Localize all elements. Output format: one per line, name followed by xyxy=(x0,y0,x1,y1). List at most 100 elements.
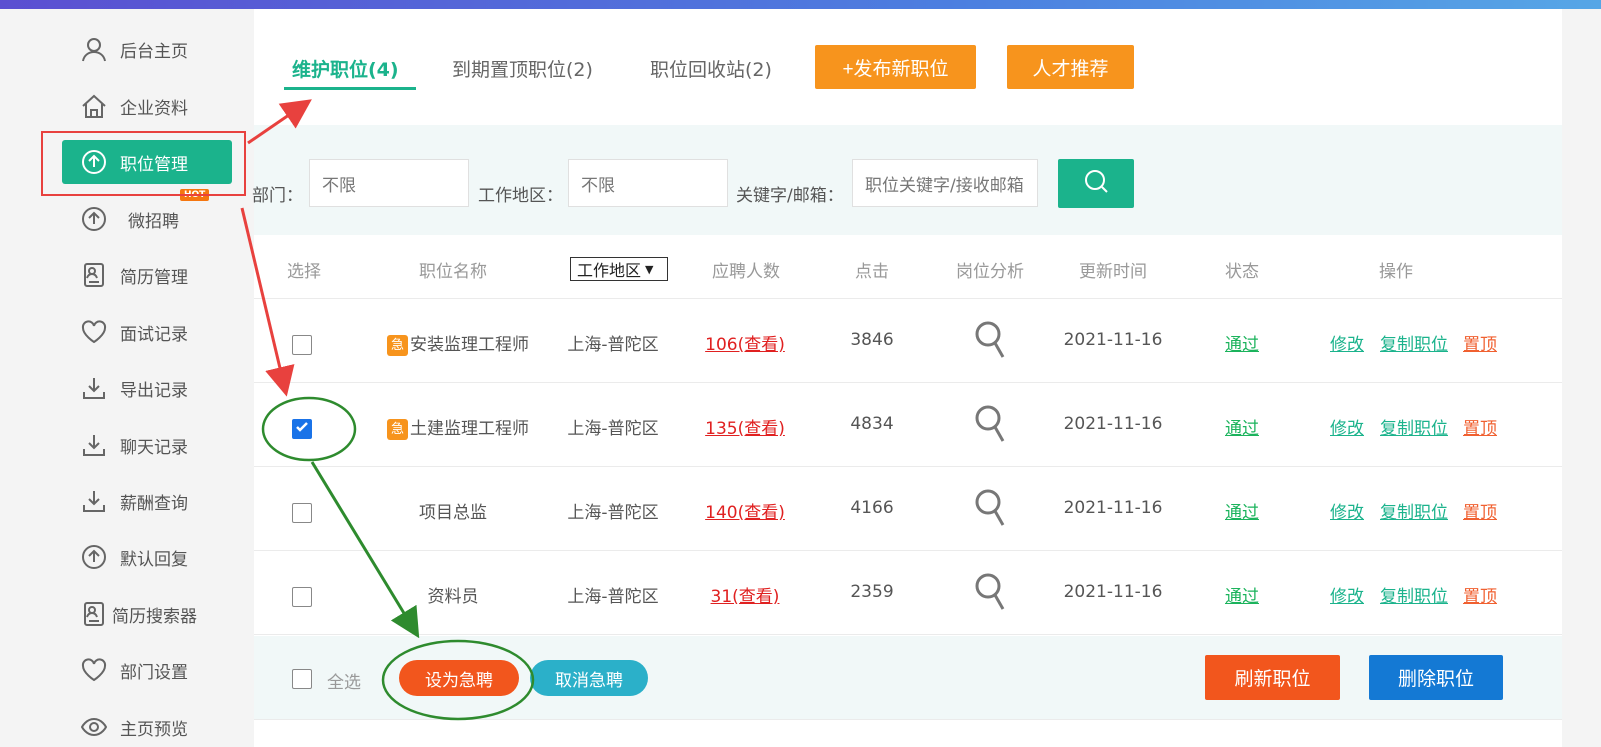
updated-date: 2021-11-16 xyxy=(1063,414,1163,434)
sidebar-item-label: 默认回复 xyxy=(120,549,188,570)
table-row: 急安装监理工程师 上海-普陀区 106(查看) 3846 2021-11-16 … xyxy=(254,299,1562,383)
applicants-link[interactable]: 135(查看) xyxy=(705,414,785,439)
header-select: 选择 xyxy=(287,262,321,282)
sidebar-item-exports[interactable]: 导出记录 xyxy=(62,366,232,410)
sidebar-item-company[interactable]: 企业资料 xyxy=(62,84,232,128)
row-checkbox[interactable] xyxy=(292,587,312,607)
edit-link[interactable]: 修改 xyxy=(1330,414,1364,439)
updated-date: 2021-11-16 xyxy=(1063,330,1163,350)
sidebar-item-departments[interactable]: 部门设置 xyxy=(62,648,232,692)
row-checkbox[interactable] xyxy=(292,335,312,355)
sidebar-item-interviews[interactable]: 面试记录 xyxy=(62,310,232,354)
tab-expired-top[interactable]: 到期置顶职位(2) xyxy=(452,55,593,82)
click-count: 2359 xyxy=(850,582,894,602)
delete-jobs-button[interactable]: 删除职位 xyxy=(1369,655,1503,700)
sidebar-item-label: 主页预览 xyxy=(120,719,188,740)
pin-top-link[interactable]: 置顶 xyxy=(1463,330,1497,355)
sidebar-item-label: 聊天记录 xyxy=(120,437,188,458)
copy-job-link[interactable]: 复制职位 xyxy=(1380,498,1448,523)
set-urgent-button[interactable]: 设为急聘 xyxy=(399,660,519,696)
job-area: 上海-普陀区 xyxy=(567,503,659,523)
filter-bar: 部门： 不限 工作地区： 不限 关键字/邮箱： 职位关键字/接收邮箱 xyxy=(252,125,1562,235)
area-label: 工作地区： xyxy=(478,186,563,206)
magnifier-icon[interactable] xyxy=(975,489,1005,534)
sidebar-item-auto-reply[interactable]: 默认回复 xyxy=(62,535,232,579)
job-name[interactable]: 项目总监 xyxy=(419,498,487,523)
job-name[interactable]: 急安装监理工程师 xyxy=(387,330,529,356)
sidebar-item-resume-search[interactable]: 简历搜索器 xyxy=(62,592,232,636)
updated-date: 2021-11-16 xyxy=(1063,582,1163,602)
top-gradient-bar xyxy=(0,0,1601,9)
caret-down-icon: ▼ xyxy=(645,262,654,276)
sidebar-item-label: 微招聘 xyxy=(128,211,179,232)
row-checkbox[interactable] xyxy=(292,419,312,439)
pin-top-link[interactable]: 置顶 xyxy=(1463,414,1497,439)
dept-label: 部门： xyxy=(252,186,303,206)
sidebar-item-micro-recruit[interactable]: 微招聘 HOT xyxy=(62,189,232,241)
row-checkbox[interactable] xyxy=(292,503,312,523)
status-link[interactable]: 通过 xyxy=(1225,330,1259,355)
annotation-highlight-box xyxy=(41,131,246,196)
publish-job-button[interactable]: +发布新职位 xyxy=(815,45,976,89)
sidebar-item-home[interactable]: 后台主页 xyxy=(62,27,232,71)
magnifier-icon[interactable] xyxy=(975,405,1005,450)
status-link[interactable]: 通过 xyxy=(1225,414,1259,439)
sidebar-item-chats[interactable]: 聊天记录 xyxy=(62,423,232,467)
applicants-link[interactable]: 31(查看) xyxy=(711,582,780,607)
pin-top-link[interactable]: 置顶 xyxy=(1463,582,1497,607)
updated-date: 2021-11-16 xyxy=(1063,498,1163,518)
resume-icon xyxy=(80,261,108,289)
talent-recommend-button[interactable]: 人才推荐 xyxy=(1007,45,1134,89)
dept-input[interactable]: 不限 xyxy=(309,159,469,207)
header-clicks: 点击 xyxy=(855,262,889,282)
sidebar-item-resumes[interactable]: 简历管理 xyxy=(62,253,232,297)
magnifier-icon[interactable] xyxy=(975,573,1005,618)
search-button[interactable] xyxy=(1058,159,1134,208)
tab-maintain-jobs[interactable]: 维护职位(4) xyxy=(292,55,399,82)
job-name-text: 安装监理工程师 xyxy=(410,335,529,355)
cancel-urgent-button[interactable]: 取消急聘 xyxy=(530,660,648,696)
sidebar-item-label: 部门设置 xyxy=(120,662,188,683)
table-row: 项目总监 上海-普陀区 140(查看) 4166 2021-11-16 通过 修… xyxy=(254,467,1562,551)
job-name[interactable]: 资料员 xyxy=(428,582,479,607)
keyword-input[interactable]: 职位关键字/接收邮箱 xyxy=(852,159,1038,207)
copy-job-link[interactable]: 复制职位 xyxy=(1380,582,1448,607)
tab-recycle-bin[interactable]: 职位回收站(2) xyxy=(650,55,772,82)
sidebar-item-salary[interactable]: 薪酬查询 xyxy=(62,479,232,523)
sidebar-item-label: 简历搜索器 xyxy=(112,606,197,627)
select-all-label[interactable]: 全选 xyxy=(327,668,361,693)
magnifier-icon[interactable] xyxy=(975,321,1005,366)
edit-link[interactable]: 修改 xyxy=(1330,498,1364,523)
edit-link[interactable]: 修改 xyxy=(1330,330,1364,355)
applicants-link[interactable]: 140(查看) xyxy=(705,498,785,523)
job-name[interactable]: 急土建监理工程师 xyxy=(387,414,529,440)
status-link[interactable]: 通过 xyxy=(1225,582,1259,607)
applicants-link[interactable]: 106(查看) xyxy=(705,330,785,355)
copy-job-link[interactable]: 复制职位 xyxy=(1380,414,1448,439)
header-applicants: 应聘人数 xyxy=(712,262,780,282)
header-status: 状态 xyxy=(1225,262,1259,282)
sidebar-item-preview[interactable]: 主页预览 xyxy=(62,705,232,747)
table-row: 资料员 上海-普陀区 31(查看) 2359 2021-11-16 通过 修改 … xyxy=(254,551,1562,635)
bulk-action-bar: 全选 设为急聘 取消急聘 刷新职位 删除职位 xyxy=(254,636,1562,720)
pin-top-link[interactable]: 置顶 xyxy=(1463,498,1497,523)
sidebar-item-label: 薪酬查询 xyxy=(120,493,188,514)
select-all-checkbox[interactable] xyxy=(292,669,312,689)
area-filter-select[interactable]: 工作地区 ▼ xyxy=(570,257,668,281)
edit-link[interactable]: 修改 xyxy=(1330,582,1364,607)
header-job-name: 职位名称 xyxy=(419,262,487,282)
job-area: 上海-普陀区 xyxy=(567,419,659,439)
area-input[interactable]: 不限 xyxy=(568,159,728,207)
tab-bar: 维护职位(4) 到期置顶职位(2) 职位回收站(2) +发布新职位 人才推荐 xyxy=(254,9,1562,125)
home-icon xyxy=(80,92,108,120)
upload-icon xyxy=(80,205,108,233)
heart-icon xyxy=(80,318,108,346)
copy-job-link[interactable]: 复制职位 xyxy=(1380,330,1448,355)
status-link[interactable]: 通过 xyxy=(1225,498,1259,523)
refresh-jobs-button[interactable]: 刷新职位 xyxy=(1205,655,1340,700)
search-icon xyxy=(1083,168,1109,199)
sidebar-item-label: 面试记录 xyxy=(120,324,188,345)
job-area: 上海-普陀区 xyxy=(567,587,659,607)
click-count: 3846 xyxy=(850,330,894,350)
resume-icon xyxy=(80,600,108,628)
